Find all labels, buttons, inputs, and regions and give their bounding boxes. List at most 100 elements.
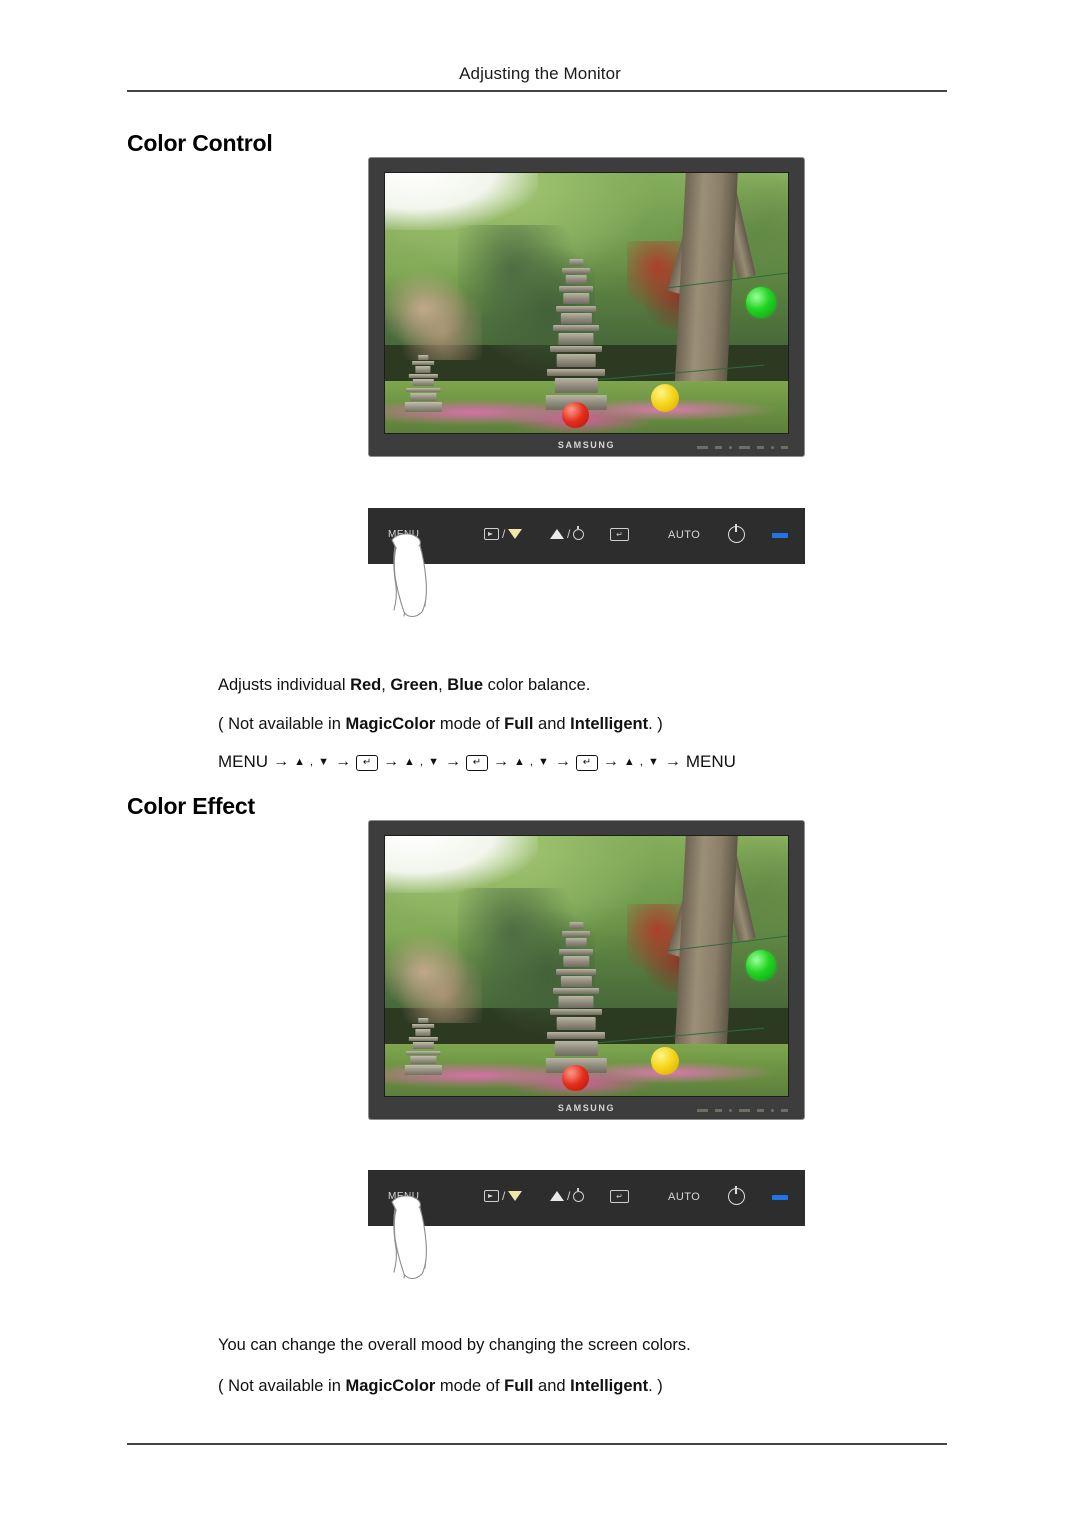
bold-blue: Blue	[447, 676, 484, 694]
note-text: . )	[648, 1377, 663, 1395]
power-led-indicator	[772, 533, 788, 538]
power-button[interactable]	[728, 1186, 745, 1205]
separator-slash: /	[502, 1189, 506, 1203]
note-text: mode of	[435, 1377, 505, 1395]
path-arrow-icon: →	[335, 753, 352, 770]
enter-button[interactable]: ↵	[610, 528, 629, 541]
page-header-title: Adjusting the Monitor	[459, 64, 621, 83]
path-end-menu: MENU	[685, 752, 736, 771]
brightness-icon	[573, 1187, 585, 1202]
path-enter-key-icon: ↵	[465, 755, 488, 771]
note-text: mode of	[435, 715, 505, 733]
auto-button[interactable]: AUTO	[668, 1191, 700, 1203]
enter-icon: ↵	[610, 1190, 629, 1203]
source-icon	[484, 1190, 499, 1202]
up-brightness-button[interactable]: /	[550, 525, 585, 541]
control-panel-figure-color-control: MENU / / ↵ AUTO	[368, 508, 805, 623]
bold-green: Green	[390, 676, 439, 694]
header-divider	[127, 90, 947, 92]
path-updown-icon: ▲ , ▼	[623, 756, 660, 768]
document-page: Adjusting the Monitor Color Control SAMS…	[0, 0, 1080, 1527]
bold-intelligent: Intelligent	[570, 715, 649, 733]
path-arrow-icon: →	[492, 753, 509, 770]
path-arrow-icon: →	[602, 753, 619, 770]
power-led-indicator	[772, 1195, 788, 1200]
path-enter-key-icon: ↵	[356, 755, 379, 771]
scene-pagoda-large	[546, 921, 607, 1073]
led-bar	[772, 1195, 788, 1200]
path-arrow-icon: →	[383, 753, 400, 770]
arrow-up-icon	[550, 1191, 564, 1201]
monitor-bottom-bezel: SAMSUNG	[369, 1097, 804, 1119]
section-heading-color-control: Color Control	[127, 130, 273, 156]
scene-lantern-green	[745, 287, 776, 318]
note-text: and	[533, 1377, 571, 1395]
scene-shrub-left	[385, 929, 482, 1024]
enter-icon: ↵	[610, 528, 629, 541]
auto-button-label: AUTO	[668, 1191, 701, 1203]
path-arrow-icon: →	[444, 753, 461, 770]
menu-button[interactable]: MENU	[388, 1191, 419, 1202]
control-panel-figure-color-effect: MENU / / ↵ AUTO	[368, 1170, 805, 1285]
scene-pagoda-large	[546, 258, 607, 410]
scene-pagoda-small	[405, 355, 442, 413]
monitor-figure-color-control: SAMSUNG	[368, 157, 805, 457]
description-color-effect: You can change the overall mood by chang…	[218, 1336, 691, 1354]
monitor-figure-color-effect: SAMSUNG	[368, 820, 805, 1120]
note-text: ( Not available in	[218, 715, 346, 733]
scene-lantern-green	[745, 950, 776, 981]
separator-slash: /	[502, 527, 506, 541]
note-text: . )	[648, 715, 663, 733]
samsung-logo: SAMSUNG	[557, 1103, 616, 1113]
led-bar	[772, 533, 788, 538]
menu-button-label: MENU	[388, 529, 420, 540]
power-icon	[728, 1186, 745, 1205]
path-arrow-icon: →	[554, 753, 571, 770]
power-icon	[728, 524, 745, 543]
path-updown-icon: ▲ , ▼	[513, 756, 550, 768]
menu-button[interactable]: MENU	[388, 529, 419, 540]
path-updown-icon: ▲ , ▼	[404, 756, 440, 768]
monitor-screen	[384, 172, 789, 434]
path-updown-icon: ▲ , ▼	[294, 756, 331, 768]
scene-sky	[385, 836, 539, 894]
scene-lantern-red	[562, 401, 589, 428]
arrow-up-icon	[550, 529, 564, 539]
arrow-down-icon	[508, 1191, 523, 1201]
bold-full: Full	[504, 1377, 534, 1395]
menu-button-label: MENU	[388, 1191, 420, 1202]
up-brightness-button[interactable]: /	[550, 1187, 585, 1203]
footer-divider	[127, 1443, 947, 1445]
brightness-icon	[573, 525, 585, 540]
description-text: ,	[438, 676, 448, 694]
arrow-down-icon	[508, 529, 523, 539]
description-color-control: Adjusts individual Red, Green, Blue colo…	[218, 674, 590, 698]
source-icon	[484, 528, 499, 540]
bold-magiccolor: MagicColor	[345, 715, 436, 733]
monitor-button-bar: MENU / / ↵ AUTO	[368, 508, 805, 564]
source-down-button[interactable]: /	[484, 527, 523, 541]
note-color-control: ( Not available in MagicColor mode of Fu…	[218, 713, 663, 737]
source-down-button[interactable]: /	[484, 1189, 523, 1203]
monitor-bottom-bezel: SAMSUNG	[369, 434, 804, 456]
enter-button[interactable]: ↵	[610, 1190, 629, 1203]
auto-button-label: AUTO	[668, 529, 701, 541]
bold-full: Full	[504, 715, 534, 733]
path-start-menu: MENU	[218, 752, 269, 771]
menu-navigation-path: MENU → ▲ , ▼ → ↵ → ▲ , ▼ → ↵ → ▲ , ▼ → ↵…	[218, 752, 736, 772]
description-text: Adjusts individual	[218, 676, 351, 694]
monitor-button-bar: MENU / / ↵ AUTO	[368, 1170, 805, 1226]
separator-slash: /	[567, 527, 571, 541]
monitor-screen	[384, 835, 789, 1097]
section-heading-color-effect: Color Effect	[127, 793, 255, 819]
bold-magiccolor: MagicColor	[345, 1377, 436, 1395]
bold-intelligent: Intelligent	[570, 1377, 649, 1395]
scene-shrub-left	[385, 266, 482, 361]
path-enter-key-icon: ↵	[575, 755, 598, 771]
path-arrow-icon: →	[273, 753, 290, 770]
note-color-effect: ( Not available in MagicColor mode of Fu…	[218, 1375, 663, 1399]
power-button[interactable]	[728, 524, 745, 543]
path-arrow-icon: →	[664, 753, 681, 770]
separator-slash: /	[567, 1189, 571, 1203]
auto-button[interactable]: AUTO	[668, 529, 700, 541]
